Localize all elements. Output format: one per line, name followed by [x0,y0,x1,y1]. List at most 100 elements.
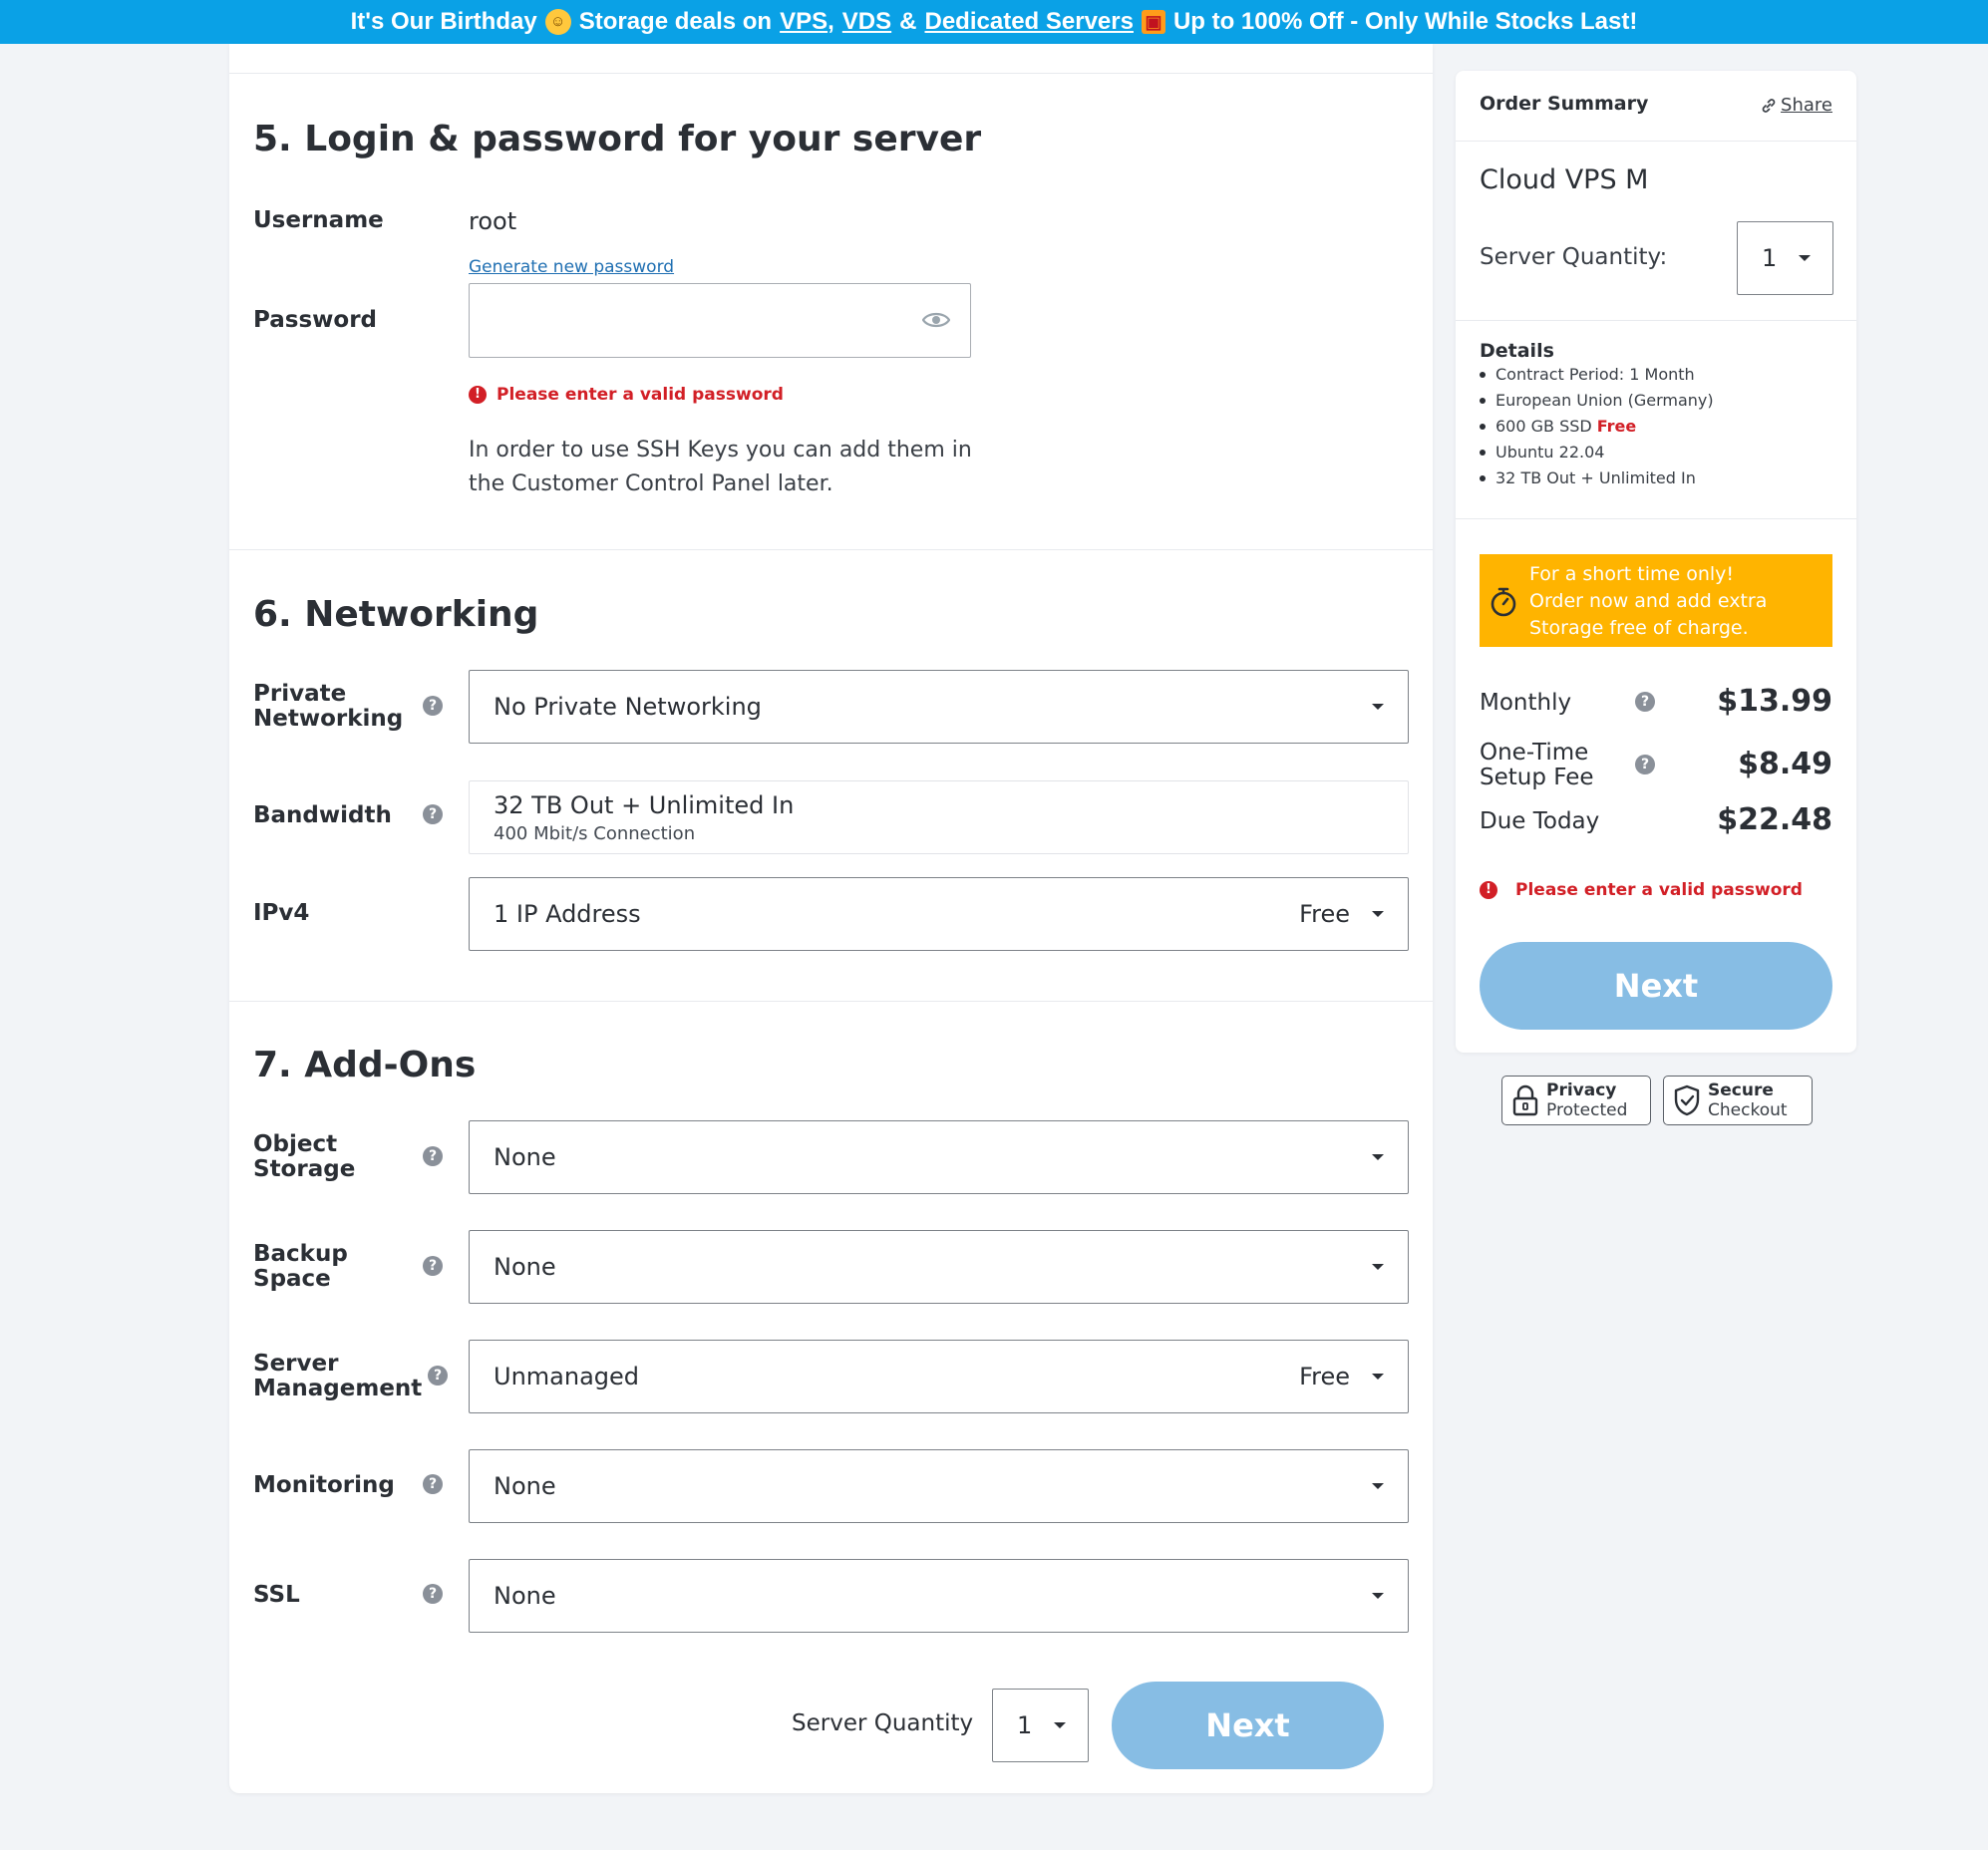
object-storage-label: Object Storage [253,1132,355,1182]
question-circle-icon[interactable]: ? [423,1584,443,1604]
details-title: Details [1480,340,1554,362]
networking-section-title: 6. Networking [253,594,539,635]
detail-item: Ubuntu 22.04 [1480,440,1714,465]
ipv4-price-tag: Free [1299,900,1350,928]
chevron-down-icon [1372,704,1384,710]
question-circle-icon[interactable]: ? [423,1146,443,1166]
chevron-down-icon [1372,1264,1384,1270]
limited-offer-box: For a short time only! Order now and add… [1480,554,1832,647]
footer-next-button[interactable]: Next [1112,1682,1384,1769]
divider [1456,518,1856,519]
backup-space-label-line1: Backup [253,1241,348,1267]
server-management-label-line2: Management [253,1376,423,1401]
object-storage-label-line1: Object [253,1131,338,1157]
link-icon [1762,98,1776,113]
chevron-down-icon [1372,1154,1384,1160]
secure-badge-title: Secure [1708,1080,1774,1100]
secure-badge-text: Secure Checkout [1708,1080,1788,1120]
question-circle-icon[interactable]: ? [423,696,443,716]
detail-text: Ubuntu 22.04 [1495,443,1605,462]
backup-space-value: None [494,1253,556,1281]
ipv4-select[interactable]: 1 IP Address Free [469,877,1409,951]
question-circle-icon[interactable]: ? [1635,755,1655,774]
promo-link-vps[interactable]: VPS [780,8,828,35]
bandwidth-value: 32 TB Out + Unlimited In [494,791,795,819]
chevron-down-icon [1372,1483,1384,1489]
promo-banner: It's Our Birthday ☺ Storage deals on VPS… [0,0,1988,44]
detail-item: European Union (Germany) [1480,388,1714,414]
shield-check-icon [1674,1084,1700,1116]
question-circle-icon[interactable]: ? [1635,692,1655,712]
party-face-icon: ☺ [544,9,571,35]
detail-item: Contract Period: 1 Month [1480,362,1714,388]
divider [1456,141,1856,142]
password-input[interactable] [469,283,971,358]
bandwidth-label: Bandwidth [253,802,392,828]
offer-line3: Storage free of charge. [1529,617,1749,639]
share-label: Share [1781,95,1832,116]
offer-line2: Order now and add extra [1529,590,1768,612]
summary-quantity-select[interactable]: 1 [1737,221,1833,295]
promo-text-storage: Storage deals on [578,8,773,35]
detail-free-tag: Free [1596,417,1637,436]
divider [229,73,1433,74]
username-label: Username [253,207,384,233]
server-management-select[interactable]: Unmanaged Free [469,1340,1409,1413]
secure-badge-sub: Checkout [1708,1100,1788,1120]
eye-icon[interactable] [922,310,950,330]
bandwidth-connection: 400 Mbit/s Connection [494,823,696,844]
server-management-label: Server Management [253,1352,422,1401]
chevron-down-icon [1799,255,1811,261]
detail-item: 600 GB SSD Free [1480,414,1714,440]
exclamation-circle-icon: ! [469,386,487,404]
stopwatch-icon [1491,587,1516,617]
promo-link-dedicated[interactable]: Dedicated Servers [925,8,1134,36]
object-storage-select[interactable]: None [469,1120,1409,1194]
private-networking-select[interactable]: No Private Networking [469,670,1409,744]
privacy-protected-badge: Privacy Protected [1501,1076,1651,1125]
generate-password-link[interactable]: Generate new password [469,257,674,277]
promo-text-discount: Up to 100% Off - Only While Stocks Last! [1172,8,1638,35]
server-management-value: Unmanaged [494,1363,640,1390]
promo-comma: , [828,8,834,35]
due-today-price: $22.48 [1717,802,1832,837]
ssl-select[interactable]: None [469,1559,1409,1633]
exclamation-circle-icon: ! [1480,881,1497,899]
monitoring-select[interactable]: None [469,1449,1409,1523]
setup-fee-label-line2: Setup Fee [1480,765,1594,790]
question-circle-icon[interactable]: ? [428,1366,448,1386]
ssl-label: SSL [253,1582,300,1608]
summary-quantity-label: Server Quantity: [1480,244,1668,270]
secure-checkout-badge: Secure Checkout [1663,1076,1813,1125]
question-circle-icon[interactable]: ? [423,1474,443,1494]
object-storage-value: None [494,1143,556,1171]
bandwidth-box: 32 TB Out + Unlimited In 400 Mbit/s Conn… [469,780,1409,854]
backup-space-label-line2: Space [253,1266,331,1292]
monthly-price: $13.99 [1717,684,1832,719]
backup-space-select[interactable]: None [469,1230,1409,1304]
promo-link-vds[interactable]: VDS [842,8,891,36]
detail-item: 32 TB Out + Unlimited In [1480,465,1714,491]
question-circle-icon[interactable]: ? [423,1256,443,1276]
privacy-badge-text: Privacy Protected [1546,1080,1627,1120]
question-circle-icon[interactable]: ? [423,804,443,824]
detail-text: European Union (Germany) [1495,391,1714,410]
ssl-value: None [494,1582,556,1610]
summary-password-error: ! Please enter a valid password [1480,880,1803,900]
backup-space-label: Backup Space [253,1242,348,1292]
footer-quantity-label: Server Quantity [792,1710,974,1736]
privacy-badge-title: Privacy [1546,1080,1617,1100]
offer-line1: For a short time only! [1529,563,1735,585]
summary-next-button[interactable]: Next [1480,942,1832,1030]
private-networking-value: No Private Networking [494,693,762,721]
monitoring-label: Monitoring [253,1472,395,1498]
monitoring-value: None [494,1472,556,1500]
username-value: root [469,207,517,235]
footer-quantity-select[interactable]: 1 [992,1689,1089,1762]
promo-text-birthday: It's Our Birthday [350,8,537,35]
login-section-title: 5. Login & password for your server [253,119,982,159]
share-link[interactable]: Share [1761,95,1832,116]
order-form-card: 5. Login & password for your server User… [229,44,1433,1793]
summary-error-text: Please enter a valid password [1515,880,1803,900]
detail-text: 600 GB SSD [1495,417,1592,436]
